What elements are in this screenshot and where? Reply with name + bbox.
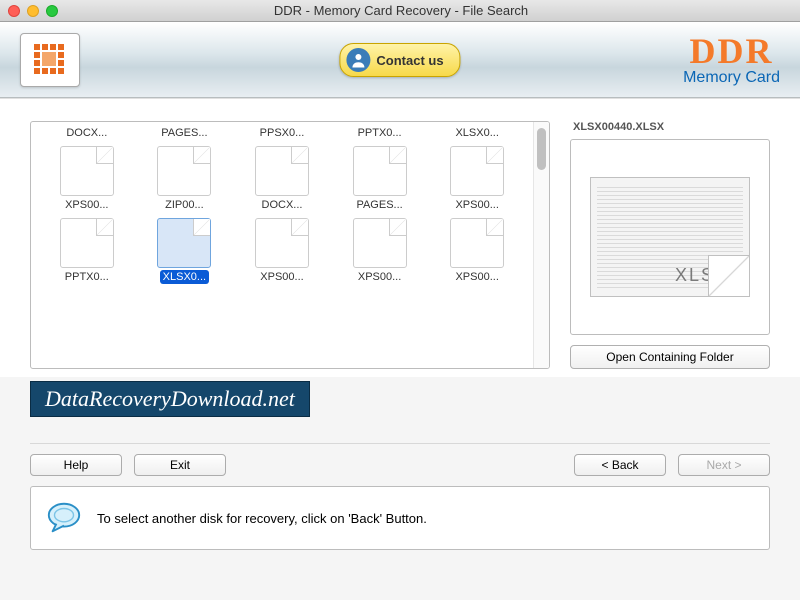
file-label: PAGES...	[158, 126, 210, 140]
file-label: XPS00...	[452, 198, 501, 212]
file-label: PAGES...	[353, 198, 405, 212]
traffic-lights	[8, 5, 58, 17]
file-item[interactable]: PPTX0...	[41, 216, 133, 286]
button-row: Help Exit < Back Next >	[0, 454, 800, 476]
preview-extension: XLSX	[675, 265, 729, 286]
contact-avatar-icon	[346, 48, 370, 72]
file-icon	[255, 146, 309, 196]
file-item[interactable]: PPSX0...	[236, 124, 328, 142]
file-icon	[450, 146, 504, 196]
preview-lines-decoration	[597, 184, 743, 290]
file-item[interactable]: XPS00...	[431, 144, 523, 214]
brand-subtitle: Memory Card	[683, 69, 780, 87]
help-button[interactable]: Help	[30, 454, 122, 476]
file-item[interactable]: DOCX...	[41, 124, 133, 142]
file-item[interactable]: PAGES...	[139, 124, 231, 142]
preview-thumbnail: XLSX	[590, 177, 750, 297]
scrollbar[interactable]	[533, 122, 549, 368]
file-icon	[450, 218, 504, 268]
file-item[interactable]: XPS00...	[236, 216, 328, 286]
file-icon	[60, 218, 114, 268]
file-browser: DOCX... PAGES... PPSX0... PPTX0... XLSX0... X…	[30, 121, 550, 369]
app-header: Contact us DDR Memory Card	[0, 22, 800, 98]
minimize-icon[interactable]	[27, 5, 39, 17]
file-label: XLSX0...	[452, 126, 501, 140]
file-icon	[255, 218, 309, 268]
open-containing-folder-button[interactable]: Open Containing Folder	[570, 345, 770, 369]
back-button[interactable]: < Back	[574, 454, 666, 476]
exit-button[interactable]: Exit	[134, 454, 226, 476]
file-label: XPS00...	[62, 198, 111, 212]
file-grid: DOCX... PAGES... PPSX0... PPTX0... XLSX0... X…	[31, 122, 533, 368]
file-item[interactable]: DOCX...	[236, 144, 328, 214]
file-item[interactable]: XPS00...	[334, 216, 426, 286]
titlebar: DDR - Memory Card Recovery - File Search	[0, 0, 800, 22]
file-icon	[60, 146, 114, 196]
file-icon	[353, 146, 407, 196]
file-item[interactable]: PPTX0...	[334, 124, 426, 142]
file-label: XPS00...	[257, 270, 306, 284]
contact-us-label: Contact us	[376, 53, 443, 68]
file-label: DOCX...	[63, 126, 110, 140]
contact-us-button[interactable]: Contact us	[339, 43, 460, 77]
file-item[interactable]: XPS00...	[431, 216, 523, 286]
logo-icon	[30, 40, 70, 80]
app-logo	[20, 33, 80, 87]
hint-panel: To select another disk for recovery, cli…	[30, 486, 770, 550]
divider	[30, 443, 770, 444]
file-item[interactable]: XLSX0...	[139, 216, 231, 286]
file-label: XLSX0...	[160, 270, 209, 284]
file-label: ZIP00...	[162, 198, 207, 212]
file-icon	[157, 146, 211, 196]
preview-filename: XLSX00440.XLSX	[570, 121, 770, 133]
file-item[interactable]: ZIP00...	[139, 144, 231, 214]
file-label: PPTX0...	[62, 270, 112, 284]
next-button: Next >	[678, 454, 770, 476]
speech-bubble-icon	[45, 499, 83, 537]
scroll-thumb[interactable]	[537, 128, 546, 170]
file-label: DOCX...	[259, 198, 306, 212]
website-banner: DataRecoveryDownload.net	[30, 381, 310, 417]
file-label: PPSX0...	[257, 126, 308, 140]
file-label: XPS00...	[355, 270, 404, 284]
zoom-icon[interactable]	[46, 5, 58, 17]
file-item[interactable]: XPS00...	[41, 144, 133, 214]
file-item[interactable]: XLSX0...	[431, 124, 523, 142]
preview-panel: XLSX00440.XLSX XLSX Open Containing Fold…	[570, 121, 770, 369]
file-icon	[157, 218, 211, 268]
close-icon[interactable]	[8, 5, 20, 17]
file-label: PPTX0...	[355, 126, 405, 140]
hint-text: To select another disk for recovery, cli…	[97, 511, 427, 526]
main-content: DOCX... PAGES... PPSX0... PPTX0... XLSX0... X…	[0, 98, 800, 377]
file-item[interactable]: PAGES...	[334, 144, 426, 214]
window-title: DDR - Memory Card Recovery - File Search	[58, 3, 744, 18]
brand-title: DDR	[683, 33, 780, 69]
file-label: XPS00...	[452, 270, 501, 284]
file-icon	[353, 218, 407, 268]
brand: DDR Memory Card	[683, 33, 780, 87]
preview-box: XLSX	[570, 139, 770, 335]
